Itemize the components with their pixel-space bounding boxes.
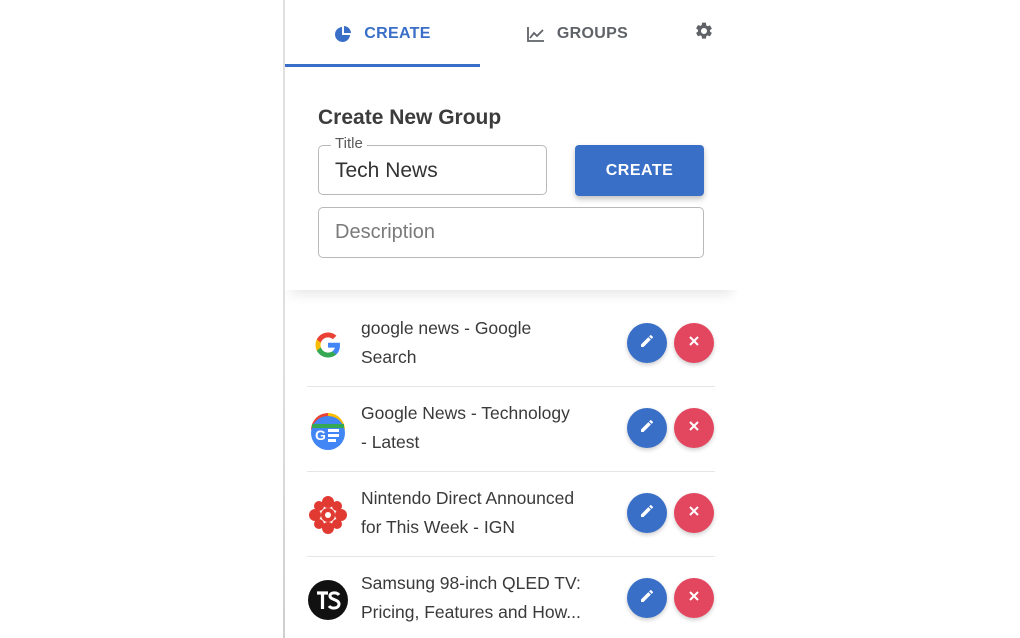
svg-text:G: G [315,427,326,443]
delete-button[interactable] [674,493,714,533]
active-tab-indicator [285,64,480,67]
edit-button[interactable] [627,578,667,618]
extension-popup: CREATE GROUPS Create New Group Title Tec… [285,0,738,638]
item-title-line2: Search [361,347,417,367]
settings-button[interactable] [693,22,715,44]
edit-button[interactable] [627,323,667,363]
pencil-icon [639,588,655,609]
delete-button[interactable] [674,578,714,618]
close-icon [688,504,700,522]
item-title-line1: Nintendo Direct Announced [361,488,575,508]
description-field [318,207,704,258]
title-input[interactable] [319,146,546,194]
list-item[interactable]: Samsung 98-inch QLED TV: Pricing, Featur… [307,557,715,638]
line-chart-icon [527,26,545,42]
item-title: Google News - Technology - Latest [361,399,601,457]
google-news-icon: G [307,409,349,451]
item-title-line1: Samsung 98-inch QLED TV: [361,573,581,593]
description-input[interactable] [319,208,703,257]
ts-icon [307,579,349,621]
gear-icon [694,21,714,46]
list-item[interactable]: G Google News - Technology - Latest [307,387,715,472]
item-title-line1: google news - Google [361,318,532,338]
delete-button[interactable] [674,323,714,363]
edit-button[interactable] [627,493,667,533]
item-title-line2: - Latest [361,432,420,452]
close-icon [688,589,700,607]
group-list: google news - Google Search G Google New… [307,302,715,638]
google-g-icon [307,324,349,366]
item-title: Nintendo Direct Announced for This Week … [361,484,601,542]
item-title-line2: for This Week - IGN [361,517,515,537]
tab-bar: CREATE GROUPS [285,0,738,68]
title-field: Title [318,135,547,195]
card-heading: Create New Group [318,106,502,129]
ign-icon [307,494,349,536]
tab-create-label: CREATE [364,25,431,42]
delete-button[interactable] [674,408,714,448]
create-button[interactable]: CREATE [575,145,704,196]
create-group-card: Create New Group Title CREATE [285,68,738,290]
item-title-line1: Google News - Technology [361,403,570,423]
tab-groups[interactable]: GROUPS [480,0,675,68]
list-item[interactable]: google news - Google Search [307,302,715,387]
item-title: Samsung 98-inch QLED TV: Pricing, Featur… [361,569,601,627]
pie-chart-icon [334,25,352,43]
tab-create[interactable]: CREATE [285,0,480,68]
pencil-icon [639,503,655,524]
close-icon [688,419,700,437]
close-icon [688,334,700,352]
pencil-icon [639,418,655,439]
item-title-line2: Pricing, Features and How... [361,602,581,622]
edit-button[interactable] [627,408,667,448]
list-item[interactable]: Nintendo Direct Announced for This Week … [307,472,715,557]
pencil-icon [639,333,655,354]
item-title: google news - Google Search [361,314,601,372]
tab-groups-label: GROUPS [556,25,629,42]
